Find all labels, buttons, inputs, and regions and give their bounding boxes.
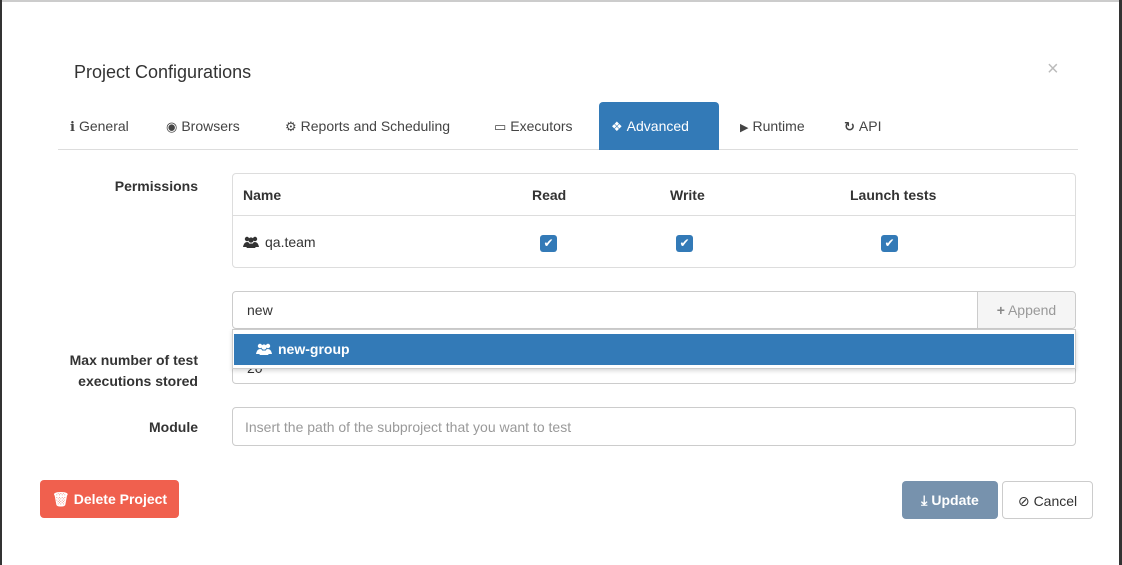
update-label: Update — [931, 492, 979, 508]
close-icon[interactable]: × — [1047, 58, 1059, 81]
append-label: Append — [1007, 302, 1057, 318]
tab-browsers[interactable]: ◉ Browsers — [154, 102, 252, 150]
ban-icon: ⊘ — [1017, 493, 1030, 509]
column-header-name: Name — [243, 187, 282, 203]
download-icon: ⤓ — [921, 492, 928, 508]
tab-label: Executors — [510, 118, 573, 134]
cancel-button[interactable]: ⊘ Cancel — [1002, 481, 1093, 519]
table-row: qa.team — [243, 234, 316, 250]
column-header-launch-tests: Launch tests — [850, 187, 937, 203]
tab-runtime[interactable]: ▶ Runtime — [728, 102, 817, 150]
tab-executors[interactable]: ▭ Executors — [482, 102, 585, 150]
laptop-icon: ▭ — [494, 119, 507, 134]
tab-advanced[interactable]: ❖ Advanced — [599, 102, 719, 150]
delete-project-button[interactable]: 🗑 Delete Project — [40, 480, 179, 518]
globe-icon: ◉ — [166, 119, 178, 134]
tab-label: Reports and Scheduling — [300, 118, 451, 134]
read-checkbox[interactable]: ✔ — [540, 235, 557, 252]
permissions-label: Permissions — [114, 178, 198, 194]
launch-tests-checkbox[interactable]: ✔ — [881, 235, 898, 252]
tab-label: Advanced — [626, 118, 689, 134]
tab-general[interactable]: i General — [58, 102, 141, 150]
row-name: qa.team — [265, 234, 316, 250]
tab-label: Runtime — [752, 118, 805, 134]
window-top-edge — [0, 0, 1122, 2]
append-button[interactable]: + Append — [977, 292, 1075, 328]
plus-icon: + — [996, 302, 1005, 318]
dropdown-item-label: new-group — [278, 341, 350, 357]
cogs-icon: ⚙ — [285, 119, 297, 134]
play-icon: ▶ — [740, 122, 749, 134]
dialog-title: Project Configurations — [74, 62, 252, 82]
cubes-icon: ❖ — [611, 119, 623, 134]
group-search-input[interactable] — [233, 292, 977, 328]
write-checkbox[interactable]: ✔ — [676, 235, 693, 252]
delete-label: Delete Project — [73, 491, 168, 507]
tab-reports-and-scheduling[interactable]: ⚙ Reports and Scheduling — [273, 102, 462, 150]
column-header-write: Write — [670, 187, 705, 203]
update-button[interactable]: ⤓ Update — [902, 481, 998, 519]
tab-label: Browsers — [181, 118, 240, 134]
tab-label: General — [78, 118, 129, 134]
tab-api[interactable]: ↻ API — [832, 102, 893, 150]
tab-bar: i General ◉ Browsers ⚙ Reports and Scheduli… — [58, 102, 1078, 150]
group-icon — [243, 236, 259, 248]
refresh-icon: ↻ — [844, 119, 855, 134]
group-search: +Append — [232, 291, 1076, 329]
window-left-edge — [0, 0, 2, 565]
max-executions-label-line2: executions stored — [78, 373, 198, 389]
info-icon: i — [70, 120, 75, 135]
trash-icon: 🗑 — [51, 491, 70, 507]
table-header — [233, 174, 1075, 216]
max-executions-label: Max number of test executions stored — [60, 350, 198, 392]
cancel-label: Cancel — [1033, 493, 1078, 509]
permissions-table: Name Read Write Launch tests qa.team ✔ ✔… — [232, 173, 1076, 268]
max-executions-label-line1: Max number of test — [69, 352, 198, 368]
column-header-read: Read — [532, 187, 567, 203]
autocomplete-dropdown: new-group — [232, 329, 1076, 369]
module-input[interactable] — [232, 407, 1076, 446]
dropdown-item[interactable]: new-group — [234, 334, 1074, 365]
tab-label: API — [858, 118, 882, 134]
module-label: Module — [149, 419, 198, 435]
group-icon — [256, 343, 272, 355]
